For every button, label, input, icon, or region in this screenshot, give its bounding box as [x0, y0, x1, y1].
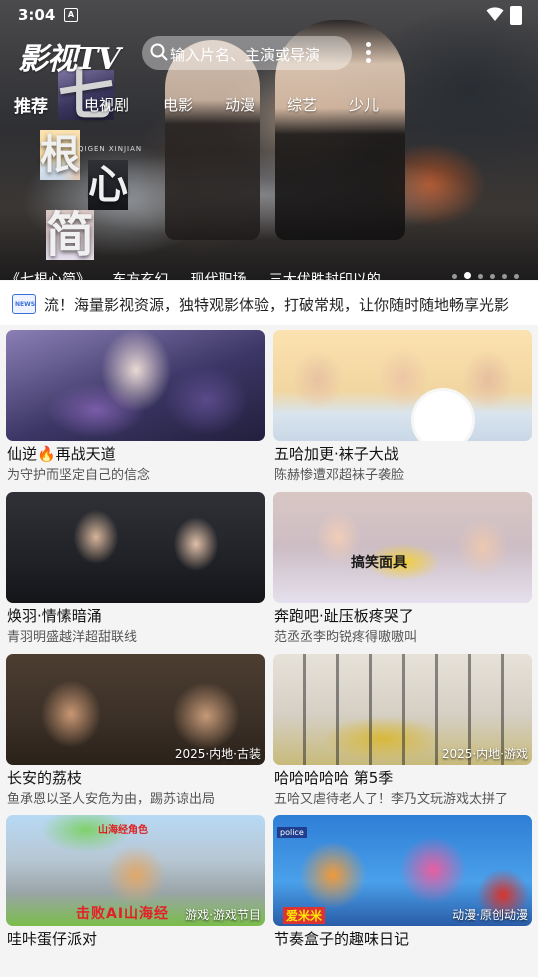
- poster-subtitle: QIGEN XINJIAN: [78, 145, 143, 153]
- video-meta-tag: 动漫·原创动漫: [452, 908, 528, 922]
- video-thumbnail[interactable]: [273, 330, 532, 441]
- video-card[interactable]: police 爱米米 动漫·原创动漫 节奏盒子的趣味日记: [273, 815, 532, 977]
- video-thumbnail[interactable]: [6, 330, 265, 441]
- thumbnail-overlay-text: 搞笑面具: [351, 555, 407, 571]
- video-description: 为守护而坚定自己的信念: [7, 468, 151, 483]
- tab-tv-series[interactable]: 电视剧: [84, 94, 129, 115]
- search-input[interactable]: 输入片名、主演或导演: [142, 36, 352, 70]
- thumbnail-overlay-text: 爱米米: [283, 907, 326, 924]
- news-icon: NEWS: [12, 294, 36, 314]
- carousel-dot-active[interactable]: [464, 272, 471, 279]
- video-title: 节奏盒子的趣味日记: [274, 930, 410, 948]
- thumbnail-overlay-text: 击败AI山海经: [76, 906, 170, 922]
- hero-banner[interactable]: 七 根 心 简 QIGEN XINJIAN 3:04 A 影视TV 输入片名、主…: [0, 0, 538, 280]
- announcement-bar[interactable]: NEWS 流！海量影视资源，独特观影体验，打破常规，让你随时随地畅享光影: [0, 281, 538, 325]
- carousel-dot[interactable]: [502, 274, 507, 279]
- video-thumbnail[interactable]: 搞笑面具: [273, 492, 532, 603]
- carousel-dot[interactable]: [452, 274, 457, 279]
- video-title: 长安的荔枝: [7, 769, 83, 787]
- video-card[interactable]: 搞笑面具 奔跑吧·趾压板疼哭了 范丞丞李昀锐疼得嗷嗷叫: [273, 492, 532, 654]
- video-thumbnail[interactable]: police 爱米米 动漫·原创动漫: [273, 815, 532, 926]
- video-thumbnail[interactable]: 2025·内地·游戏: [273, 654, 532, 765]
- more-menu-icon[interactable]: [366, 42, 372, 66]
- carousel-indicator: [452, 264, 526, 280]
- thumbnail-badge-art: [411, 388, 475, 441]
- hero-caption: 《七根心简》 ... 东方玄幻 ... 现代职场 ... 三大优胜封印以的: [6, 272, 381, 280]
- tab-variety[interactable]: 综艺: [287, 94, 317, 115]
- search-placeholder: 输入片名、主演或导演: [170, 46, 321, 64]
- tab-kids[interactable]: 少儿: [349, 94, 379, 115]
- video-thumbnail[interactable]: [6, 492, 265, 603]
- battery-icon: [510, 6, 522, 25]
- app-logo: 影视TV: [18, 42, 121, 77]
- video-title: 哈哈哈哈哈 第5季: [274, 769, 394, 787]
- thumbnail-overlay-text: 山海经角色: [98, 825, 148, 836]
- video-title: 焕羽·情愫暗涌: [7, 607, 102, 625]
- video-description: 陈赫惨遭邓超袜子袭脸: [274, 468, 405, 483]
- tab-anime[interactable]: 动漫: [225, 94, 255, 115]
- video-card[interactable]: 2025·内地·古装 长安的荔枝 鱼承恩以圣人安危为由，踢苏谅出局: [6, 654, 265, 816]
- announcement-text: 流！海量影视资源，独特观影体验，打破常规，让你随时随地畅享光影: [44, 296, 510, 314]
- video-title: 仙逆🔥再战天道: [7, 445, 116, 463]
- carousel-dot[interactable]: [478, 274, 483, 279]
- carousel-dot[interactable]: [490, 274, 495, 279]
- video-card[interactable]: 五哈加更·袜子大战 陈赫惨遭邓超袜子袭脸: [273, 330, 532, 492]
- wifi-icon: [486, 7, 504, 21]
- status-bar: 3:04 A: [0, 0, 538, 30]
- video-thumbnail[interactable]: 2025·内地·古装: [6, 654, 265, 765]
- video-title: 五哈加更·袜子大战: [274, 445, 399, 463]
- video-card[interactable]: 2025·内地·游戏 哈哈哈哈哈 第5季 五哈又虐待老人了！李乃文玩游戏太拼了: [273, 654, 532, 816]
- hero-actress-image: [165, 40, 260, 240]
- video-description: 五哈又虐待老人了！李乃文玩游戏太拼了: [274, 792, 509, 807]
- video-thumbnail[interactable]: 山海经角色 击败AI山海经 游戏·游戏节目: [6, 815, 265, 926]
- video-description: 范丞丞李昀锐疼得嗷嗷叫: [274, 630, 418, 645]
- thumbnail-overlay-text: police: [277, 827, 307, 838]
- video-meta-tag: 游戏·游戏节目: [185, 908, 261, 922]
- search-icon: [150, 43, 168, 61]
- status-time: 3:04: [18, 6, 56, 24]
- notification-a-icon: A: [64, 8, 78, 22]
- tab-movies[interactable]: 电影: [163, 94, 193, 115]
- video-meta-tag: 2025·内地·游戏: [441, 747, 528, 761]
- video-card[interactable]: 仙逆🔥再战天道 为守护而坚定自己的信念: [6, 330, 265, 492]
- carousel-dot[interactable]: [514, 274, 519, 279]
- video-card[interactable]: 山海经角色 击败AI山海经 游戏·游戏节目 哇咔蛋仔派对: [6, 815, 265, 977]
- video-title: 哇咔蛋仔派对: [7, 930, 98, 948]
- video-title: 奔跑吧·趾压板疼哭了: [274, 607, 414, 625]
- video-description: 青羽明盛越洋超甜联线: [7, 630, 138, 645]
- video-meta-tag: 2025·内地·古装: [174, 747, 261, 761]
- video-card[interactable]: 焕羽·情愫暗涌 青羽明盛越洋超甜联线: [6, 492, 265, 654]
- video-description: 鱼承恩以圣人安危为由，踢苏谅出局: [7, 792, 216, 807]
- tab-recommend[interactable]: 推荐: [14, 92, 48, 117]
